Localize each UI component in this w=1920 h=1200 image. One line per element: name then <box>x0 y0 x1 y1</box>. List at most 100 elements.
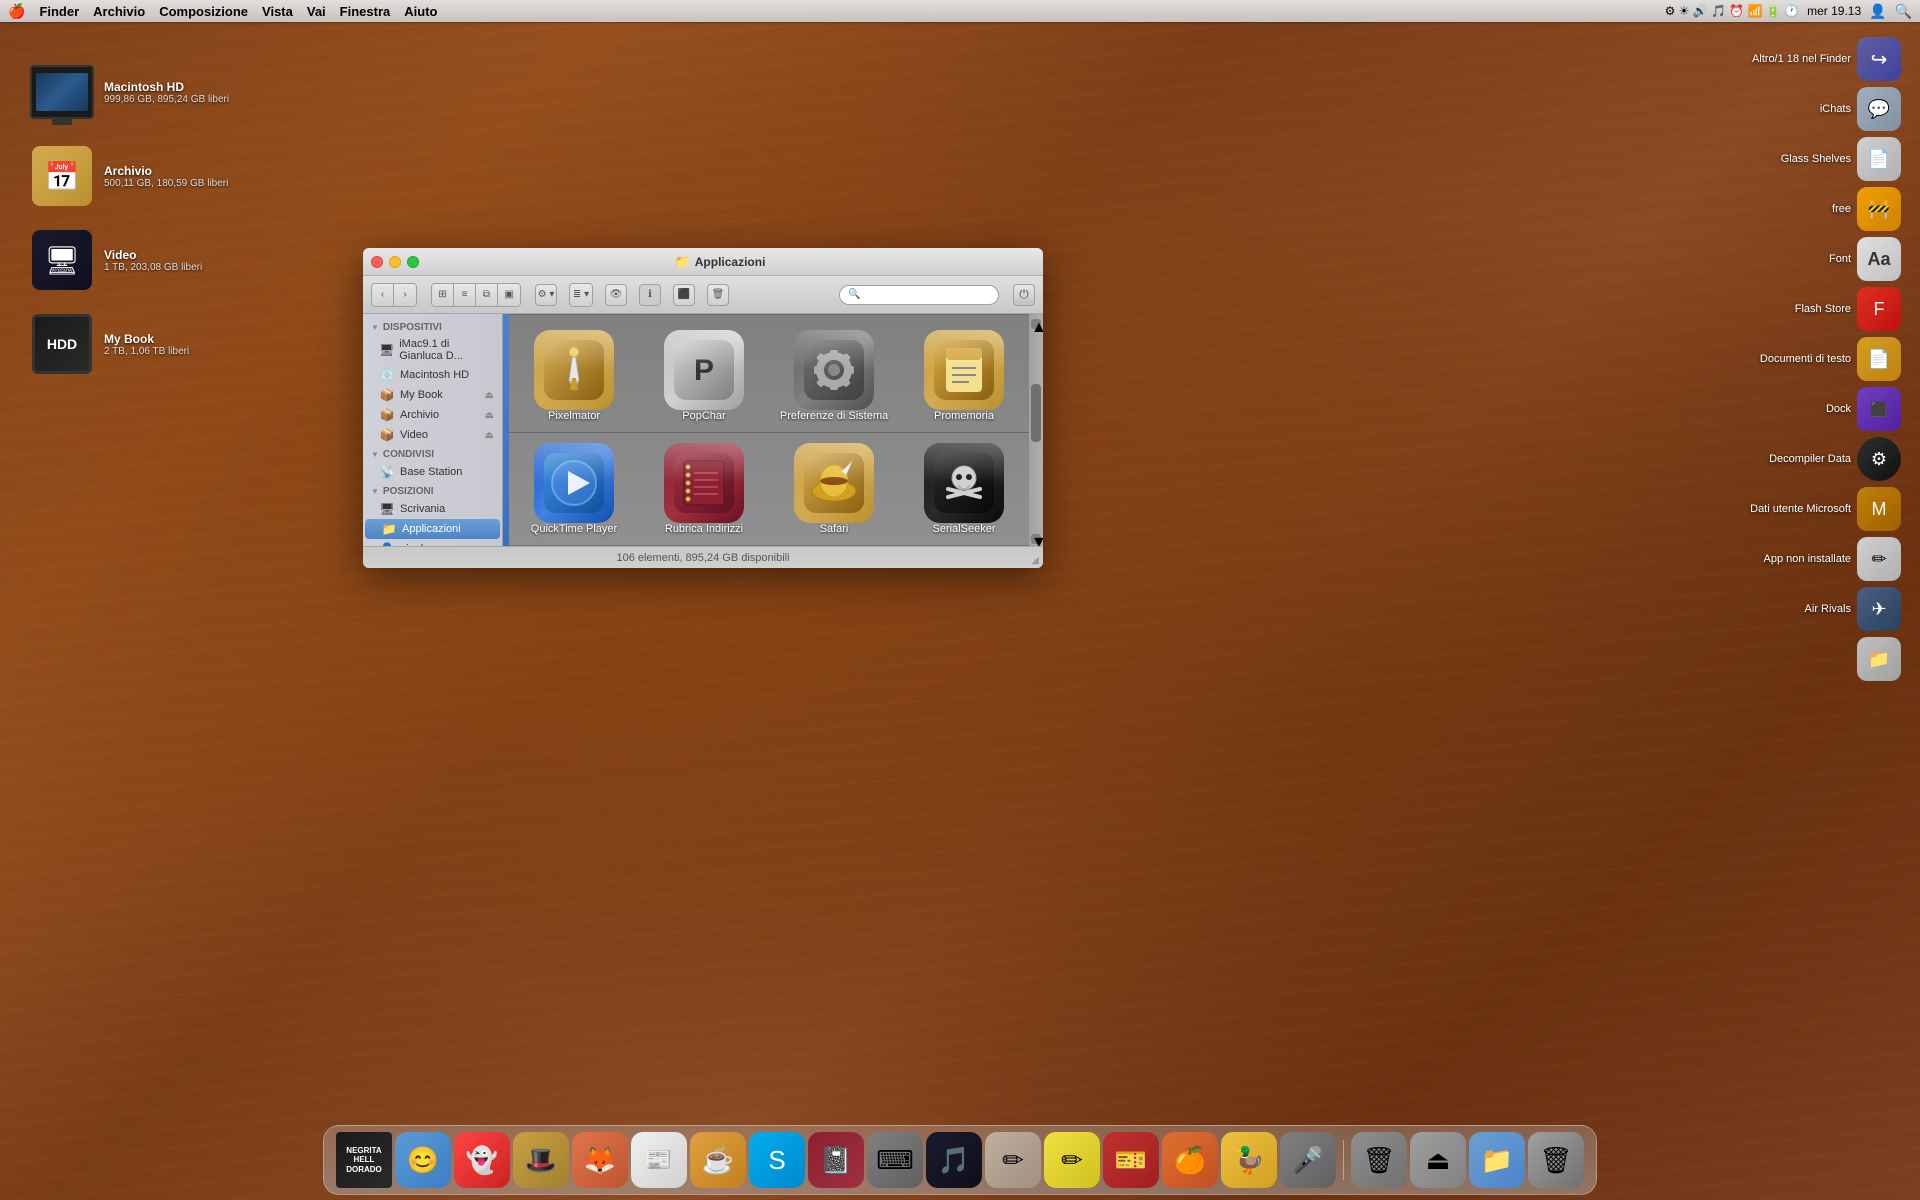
dock-icon-music[interactable]: 🎵 <box>926 1132 982 1188</box>
widget-glass-shelves[interactable]: Glass Shelves 📄 <box>1777 135 1905 183</box>
file-item-quicktime[interactable]: QuickTime Player <box>509 433 639 545</box>
desktop-icon-archivio[interactable]: 📅 Archivio 500,11 GB, 180,59 GB liberi <box>30 144 229 208</box>
file-item-safari[interactable]: Safari <box>769 433 899 545</box>
glass-shelves-icon[interactable]: 📄 <box>1857 137 1901 181</box>
file-item-serialseeker[interactable]: SerialSeeker <box>899 433 1029 545</box>
dock-icon-microphone[interactable]: 🎤 <box>1280 1132 1336 1188</box>
search-input[interactable] <box>864 289 990 301</box>
dock-icon-typewriter[interactable]: ⌨ <box>867 1132 923 1188</box>
widget-decompiler[interactable]: Decompiler Data ⚙ <box>1765 435 1905 483</box>
widget-altro[interactable]: Altro/1 18 nel Finder ↪ <box>1748 35 1905 83</box>
widget-ichats[interactable]: iChats 💬 <box>1816 85 1905 133</box>
action-button[interactable]: ⚙ ▾ <box>535 284 557 306</box>
dock-icon-tickets[interactable]: 🎫 <box>1103 1132 1159 1188</box>
finestra-menu[interactable]: Finestra <box>340 4 391 19</box>
action2-button[interactable]: ⬛ <box>673 284 695 306</box>
sidebar-item-my-book[interactable]: 📦 My Book ⏏ <box>363 385 502 405</box>
scroll-thumb[interactable] <box>1031 384 1041 442</box>
archivio-eject-icon[interactable]: ⏏ <box>485 410 494 421</box>
dock-icon-pen[interactable]: ✏ <box>985 1132 1041 1188</box>
vista-menu[interactable]: Vista <box>262 4 293 19</box>
app-non-installate-icon[interactable]: ✏ <box>1857 537 1901 581</box>
sidebar-item-video-dev[interactable]: 📦 Video ⏏ <box>363 425 502 445</box>
dock-icon-cyberduck[interactable]: 🦆 <box>1221 1132 1277 1188</box>
maximize-button[interactable] <box>407 256 419 268</box>
view2-button[interactable]: ≣ ▾ <box>570 284 592 306</box>
dock-icon-ghostbusters[interactable]: 👻 <box>454 1132 510 1188</box>
back-button[interactable]: ‹ <box>372 284 394 306</box>
dock-icon-vienna[interactable]: 📰 <box>631 1132 687 1188</box>
my-book-eject-icon[interactable]: ⏏ <box>485 390 494 401</box>
forward-button[interactable]: › <box>394 284 416 306</box>
altro-icon[interactable]: ↪ <box>1857 37 1901 81</box>
sidebar-item-macintosh-hd[interactable]: 💿 Macintosh HD <box>363 365 502 385</box>
dock-icon-skype[interactable]: S <box>749 1132 805 1188</box>
widget-air-rivals[interactable]: Air Rivals ✈ <box>1801 585 1905 633</box>
dock-icon-finder[interactable]: 😊 <box>395 1132 451 1188</box>
blank-folder-icon[interactable]: 📁 <box>1857 637 1901 681</box>
scroll-up-arrow[interactable]: ▲ <box>1031 319 1041 329</box>
video-eject-icon[interactable]: ⏏ <box>485 430 494 441</box>
dock-icon-negrita[interactable]: NEGRITAHELLDORADO <box>336 1132 392 1188</box>
dock-widget-icon[interactable]: ⬛ <box>1857 387 1901 431</box>
widget-dati-utente[interactable]: Dati utente Microsoft M <box>1746 485 1905 533</box>
dock-icon-pencil[interactable]: ✏ <box>1044 1132 1100 1188</box>
scroll-down-arrow[interactable]: ▼ <box>1031 534 1041 544</box>
documenti-testo-icon[interactable]: 📄 <box>1857 337 1901 381</box>
dock-icon-coffee[interactable]: ☕ <box>690 1132 746 1188</box>
widget-app-non-installate[interactable]: App non installate ✏ <box>1760 535 1905 583</box>
power-button[interactable]: ⏻ <box>1013 284 1035 306</box>
column-view-button[interactable]: ⧉ <box>476 284 498 306</box>
finder-menu[interactable]: Finder <box>39 4 79 19</box>
ichats-icon[interactable]: 💬 <box>1857 87 1901 131</box>
archivio-menu[interactable]: Archivio <box>93 4 145 19</box>
menubar-search[interactable]: 🔍 <box>1895 3 1912 20</box>
sidebar-item-base-station[interactable]: 📡 Base Station <box>363 462 502 482</box>
file-item-popchar[interactable]: P PopChar <box>639 320 769 432</box>
composizione-menu[interactable]: Composizione <box>159 4 248 19</box>
minimize-button[interactable] <box>389 256 401 268</box>
sidebar-item-imac[interactable]: 🖥 iMac9.1 di Gianluca D... <box>363 335 502 365</box>
widget-font[interactable]: Font Aa <box>1825 235 1905 283</box>
icon-view-button[interactable]: ⊞ <box>432 284 454 306</box>
dock-icon-address[interactable]: 📓 <box>808 1132 864 1188</box>
widget-blank-folder[interactable]: 📁 <box>1853 635 1905 683</box>
sidebar-item-gianluca[interactable]: 👤 gianluca <box>363 539 502 546</box>
widget-free[interactable]: free 🚧 <box>1828 185 1905 233</box>
widget-dock[interactable]: Dock ⬛ <box>1822 385 1905 433</box>
dock-icon-copper[interactable]: 🍊 <box>1162 1132 1218 1188</box>
info-button[interactable]: ℹ <box>639 284 661 306</box>
sidebar-item-applicazioni[interactable]: 📁 Applicazioni <box>365 519 500 539</box>
preview-button[interactable]: 👁 <box>605 284 627 306</box>
file-item-promemoria[interactable]: Promemoria <box>899 320 1029 432</box>
widget-flash-store[interactable]: Flash Store F <box>1791 285 1905 333</box>
dock-icon-eject[interactable]: ⏏ <box>1410 1132 1466 1188</box>
dock-icon-folder[interactable]: 📁 <box>1469 1132 1525 1188</box>
dock-icon-fox[interactable]: 🦊 <box>572 1132 628 1188</box>
file-item-preferenze[interactable]: Preferenze di Sistema <box>769 320 899 432</box>
decompiler-icon[interactable]: ⚙ <box>1857 437 1901 481</box>
sidebar-item-scrivania[interactable]: 🖥 Scrivania <box>363 499 502 519</box>
sidebar-item-archivio[interactable]: 📦 Archivio ⏏ <box>363 405 502 425</box>
widget-documenti-testo[interactable]: Documenti di testo 📄 <box>1756 335 1905 383</box>
delete-button[interactable]: 🗑 <box>707 284 729 306</box>
vai-menu[interactable]: Vai <box>307 4 326 19</box>
close-button[interactable] <box>371 256 383 268</box>
resize-handle[interactable]: ◢ <box>1027 552 1043 568</box>
free-icon[interactable]: 🚧 <box>1857 187 1901 231</box>
desktop-icon-video[interactable]: 🖥 Video 1 TB, 203,08 GB liberi <box>30 228 229 292</box>
search-box[interactable]: 🔍 <box>839 285 999 305</box>
dati-utente-icon[interactable]: M <box>1857 487 1901 531</box>
file-item-rubrica[interactable]: Rubrica Indirizzi <box>639 433 769 545</box>
desktop-icon-macintosh-hd[interactable]: Macintosh HD 999,86 GB, 895,24 GB liberi <box>30 60 229 124</box>
dock-icon-trash[interactable]: 🗑 <box>1351 1132 1407 1188</box>
air-rivals-icon[interactable]: ✈ <box>1857 587 1901 631</box>
cover-flow-button[interactable]: ▣ <box>498 284 520 306</box>
finder-scrollbar[interactable]: ▲ ▼ <box>1029 314 1043 546</box>
file-item-pixelmator[interactable]: Pixelmator <box>509 320 639 432</box>
list-view-button[interactable]: ≡ <box>454 284 476 306</box>
dock-icon-indiana[interactable]: 🎩 <box>513 1132 569 1188</box>
font-icon[interactable]: Aa <box>1857 237 1901 281</box>
aiuto-menu[interactable]: Aiuto <box>404 4 437 19</box>
flash-store-icon[interactable]: F <box>1857 287 1901 331</box>
